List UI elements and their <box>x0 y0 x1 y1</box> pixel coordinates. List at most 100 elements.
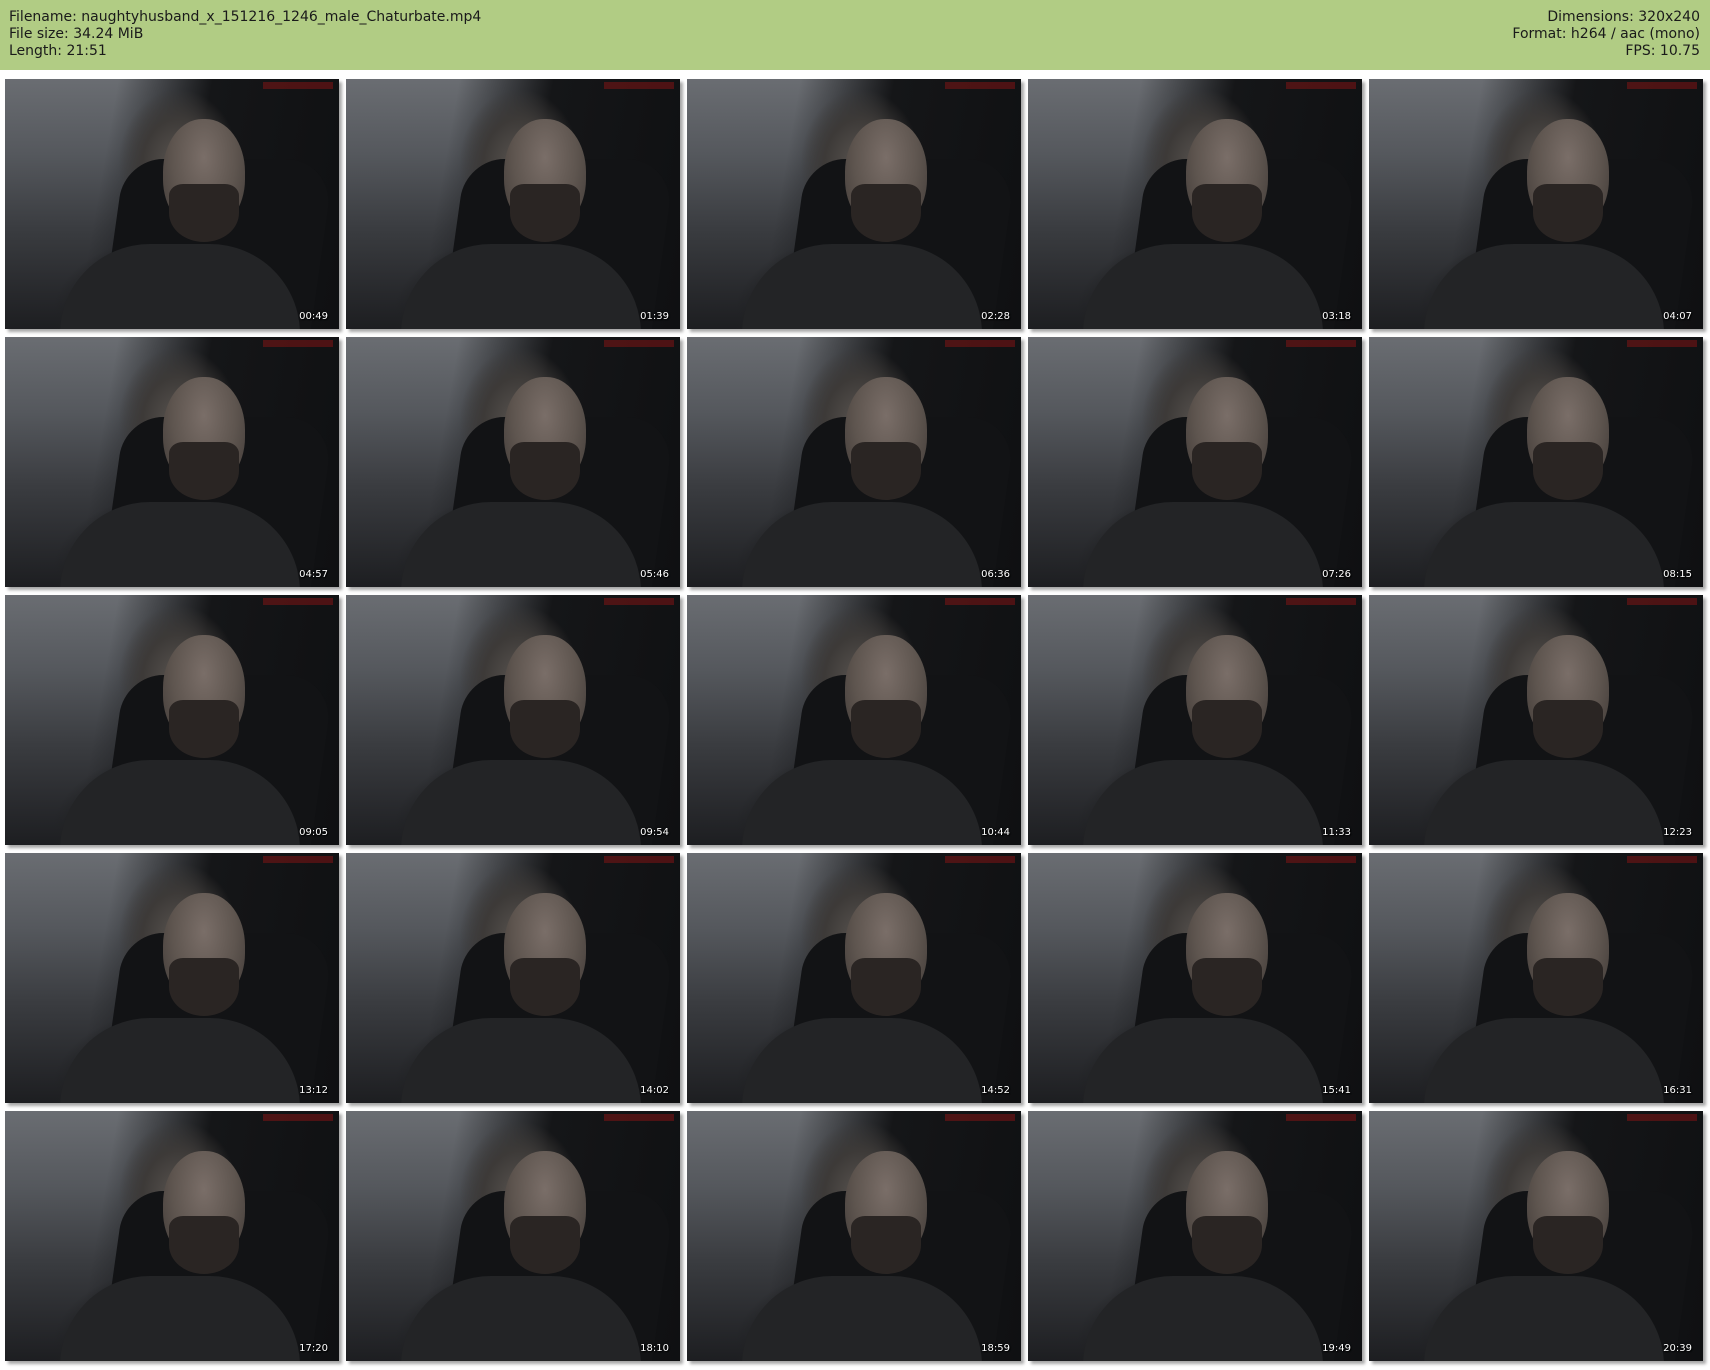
watermark-mark <box>1627 82 1697 89</box>
video-thumbnail: 10:44 <box>687 595 1021 845</box>
frame-beard-shape <box>1533 700 1603 758</box>
thumbnail-timestamp: 14:02 <box>640 1085 669 1096</box>
frame-beard-shape <box>1533 1216 1603 1274</box>
thumbnail-timestamp: 00:49 <box>299 311 328 322</box>
thumbnail-timestamp: 20:39 <box>1663 1343 1692 1354</box>
watermark-mark <box>945 1114 1015 1121</box>
video-thumbnail: 11:33 <box>1028 595 1362 845</box>
stream-info: Dimensions: 320x240 Format: h264 / aac (… <box>1512 9 1700 60</box>
frame-beard-shape <box>510 1216 580 1274</box>
video-thumbnail: 02:28 <box>687 79 1021 329</box>
watermark-mark <box>263 1114 333 1121</box>
video-thumbnail: 14:52 <box>687 853 1021 1103</box>
frame-beard-shape <box>851 184 921 242</box>
watermark-mark <box>604 598 674 605</box>
frame-beard-shape <box>1192 700 1262 758</box>
video-thumbnail: 09:54 <box>346 595 680 845</box>
video-thumbnail: 20:39 <box>1369 1111 1703 1361</box>
thumbnail-timestamp: 05:46 <box>640 569 669 580</box>
video-thumbnail: 05:46 <box>346 337 680 587</box>
video-thumbnail: 19:49 <box>1028 1111 1362 1361</box>
video-thumbnail: 04:07 <box>1369 79 1703 329</box>
video-thumbnail: 08:15 <box>1369 337 1703 587</box>
watermark-mark <box>604 1114 674 1121</box>
watermark-mark <box>263 856 333 863</box>
watermark-mark <box>1627 1114 1697 1121</box>
video-thumbnail: 16:31 <box>1369 853 1703 1103</box>
thumbnail-timestamp: 16:31 <box>1663 1085 1692 1096</box>
frame-beard-shape <box>1533 184 1603 242</box>
frame-beard-shape <box>510 958 580 1016</box>
watermark-mark <box>1286 82 1356 89</box>
watermark-mark <box>1627 340 1697 347</box>
frame-beard-shape <box>169 958 239 1016</box>
thumbnail-timestamp: 11:33 <box>1322 827 1351 838</box>
video-thumbnail: 04:57 <box>5 337 339 587</box>
video-thumbnail: 06:36 <box>687 337 1021 587</box>
thumbnail-timestamp: 02:28 <box>981 311 1010 322</box>
file-size-text: File size: 34.24 MiB <box>9 26 144 42</box>
frame-beard-shape <box>851 442 921 500</box>
thumbnail-timestamp: 08:15 <box>1663 569 1692 580</box>
video-thumbnail: 18:10 <box>346 1111 680 1361</box>
watermark-mark <box>945 598 1015 605</box>
watermark-mark <box>604 856 674 863</box>
frame-beard-shape <box>169 442 239 500</box>
thumbnail-timestamp: 04:07 <box>1663 311 1692 322</box>
watermark-mark <box>1627 598 1697 605</box>
thumbnail-timestamp: 04:57 <box>299 569 328 580</box>
length-text: Length: 21:51 <box>9 43 107 59</box>
video-thumbnail: 07:26 <box>1028 337 1362 587</box>
watermark-mark <box>1286 856 1356 863</box>
frame-beard-shape <box>1533 442 1603 500</box>
thumbnail-timestamp: 06:36 <box>981 569 1010 580</box>
thumbnail-timestamp: 09:05 <box>299 827 328 838</box>
watermark-mark <box>945 856 1015 863</box>
watermark-mark <box>604 340 674 347</box>
video-thumbnail: 01:39 <box>346 79 680 329</box>
frame-beard-shape <box>1533 958 1603 1016</box>
watermark-mark <box>1286 1114 1356 1121</box>
video-thumbnail: 18:59 <box>687 1111 1021 1361</box>
video-thumbnail: 14:02 <box>346 853 680 1103</box>
watermark-mark <box>945 340 1015 347</box>
frame-beard-shape <box>851 958 921 1016</box>
watermark-mark <box>1286 598 1356 605</box>
thumbnail-timestamp: 14:52 <box>981 1085 1010 1096</box>
frame-beard-shape <box>169 184 239 242</box>
thumbnail-timestamp: 03:18 <box>1322 311 1351 322</box>
frame-beard-shape <box>169 1216 239 1274</box>
frame-beard-shape <box>851 700 921 758</box>
frame-beard-shape <box>510 700 580 758</box>
watermark-mark <box>263 340 333 347</box>
video-thumbnail: 17:20 <box>5 1111 339 1361</box>
frame-beard-shape <box>851 1216 921 1274</box>
thumbnail-timestamp: 12:23 <box>1663 827 1692 838</box>
file-info: Filename: naughtyhusband_x_151216_1246_m… <box>9 9 481 60</box>
thumbnail-timestamp: 17:20 <box>299 1343 328 1354</box>
video-thumbnail: 13:12 <box>5 853 339 1103</box>
thumbnail-timestamp: 01:39 <box>640 311 669 322</box>
frame-beard-shape <box>1192 1216 1262 1274</box>
thumbnail-timestamp: 19:49 <box>1322 1343 1351 1354</box>
frame-beard-shape <box>1192 442 1262 500</box>
thumbnail-timestamp: 10:44 <box>981 827 1010 838</box>
watermark-mark <box>263 598 333 605</box>
fps-text: FPS: 10.75 <box>1625 43 1700 59</box>
frame-beard-shape <box>510 442 580 500</box>
filename-text: Filename: naughtyhusband_x_151216_1246_m… <box>9 9 482 25</box>
thumbnail-timestamp: 09:54 <box>640 827 669 838</box>
frame-beard-shape <box>1192 184 1262 242</box>
video-thumbnail: 09:05 <box>5 595 339 845</box>
format-text: Format: h264 / aac (mono) <box>1512 26 1700 42</box>
video-thumbnail: 12:23 <box>1369 595 1703 845</box>
video-thumbnail: 00:49 <box>5 79 339 329</box>
watermark-mark <box>263 82 333 89</box>
thumbnail-timestamp: 18:10 <box>640 1343 669 1354</box>
info-header: Filename: naughtyhusband_x_151216_1246_m… <box>0 0 1710 70</box>
thumbnail-timestamp: 07:26 <box>1322 569 1351 580</box>
video-thumbnail: 15:41 <box>1028 853 1362 1103</box>
watermark-mark <box>1627 856 1697 863</box>
frame-beard-shape <box>169 700 239 758</box>
thumbnail-timestamp: 15:41 <box>1322 1085 1351 1096</box>
